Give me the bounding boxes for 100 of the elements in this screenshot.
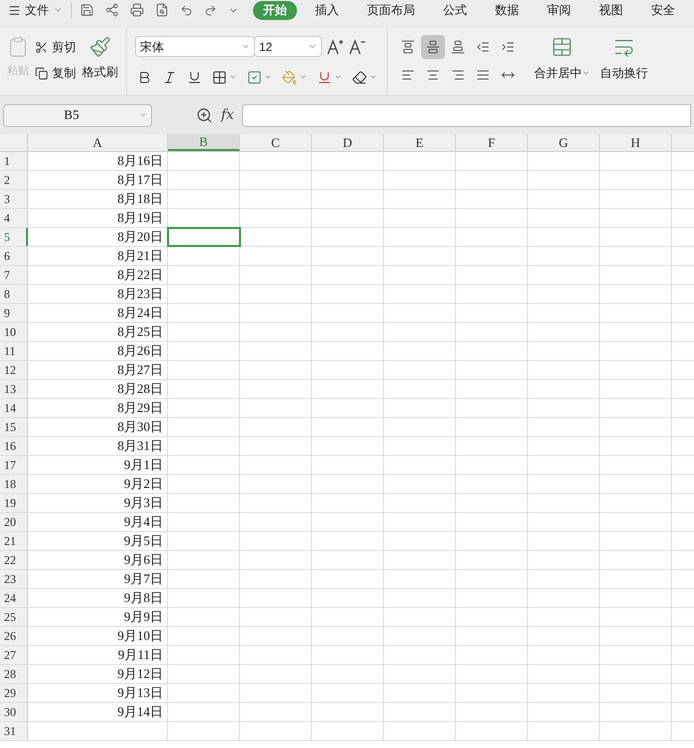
format-painter-button[interactable]: 格式刷 [82,36,118,81]
date-cell-text: 9月8日 [124,589,163,608]
align-button[interactable] [421,35,445,59]
save-icon[interactable] [80,3,94,17]
row-header[interactable]: 27 [0,646,28,664]
ribbon-tab[interactable]: 视图 [589,0,633,20]
date-cell-text: 9月7日 [124,570,163,588]
column-header[interactable]: C [240,134,312,151]
align-top-icon [401,40,415,54]
row-header[interactable]: 22 [0,551,28,569]
ribbon-tab[interactable]: 数据 [485,0,529,20]
font-size-select[interactable]: 12 [254,36,322,57]
undo-icon[interactable] [180,4,193,16]
date-cell-text: 8月21日 [118,247,163,266]
redo-icon[interactable] [204,4,217,16]
italic-icon [162,70,177,84]
date-cell-text: 8月20日 [118,228,163,246]
ribbon-tab[interactable]: 公式 [433,0,477,20]
row-header[interactable]: 1 [0,152,28,170]
underline-icon [317,70,332,84]
row-header[interactable]: 30 [0,703,28,721]
row-header[interactable]: 19 [0,494,28,512]
row-header[interactable]: 25 [0,608,28,626]
caret-icon [308,42,317,51]
row-header[interactable]: 13 [0,380,28,398]
row-header[interactable]: 20 [0,513,28,531]
fx-label[interactable]: fx [221,104,234,126]
ribbon-tab[interactable]: 审阅 [537,0,581,20]
date-cell-text: 8月27日 [118,361,163,380]
row-header[interactable]: 28 [0,665,28,683]
paintbrush-icon [89,36,111,58]
name-box[interactable]: B5 [3,104,152,126]
print-icon[interactable] [130,3,144,17]
row-header[interactable]: 21 [0,532,28,550]
row-header[interactable]: 18 [0,475,28,493]
date-cell-text: 9月3日 [124,494,163,512]
active-cell[interactable] [168,228,240,246]
row-header[interactable]: 31 [0,722,28,740]
share-icon[interactable] [105,3,119,17]
row-header[interactable]: 3 [0,190,28,208]
row-header[interactable]: 24 [0,589,28,607]
column-header[interactable]: E [384,134,456,151]
row-header[interactable]: 6 [0,247,28,265]
cut-button[interactable]: 剪切 [35,38,76,56]
merge-center-label: 合并居中 [534,64,590,82]
row-header[interactable]: 26 [0,627,28,645]
row-header[interactable]: 9 [0,304,28,322]
copy-icon [35,66,48,80]
copy-button[interactable]: 复制 [35,64,76,82]
ribbon-tab[interactable]: 页面布局 [357,0,425,20]
increase-font-icon[interactable] [326,38,344,56]
formula-field[interactable] [242,104,691,126]
ribbon-tab[interactable]: 插入 [305,0,349,20]
row-header[interactable]: 8 [0,285,28,303]
date-cell-text: 8月29日 [118,399,163,418]
align-left-icon [401,68,415,82]
merge-center-button[interactable]: 合并居中 [534,28,590,95]
font-family-select[interactable]: 宋体 [135,36,255,57]
wrap-text-button[interactable]: 自动换行 [600,28,648,95]
date-cell-text: 9月4日 [124,513,163,532]
indent-icon [501,40,515,54]
caret-icon [369,73,377,81]
date-cell-text: 8月24日 [118,304,163,322]
column-header[interactable]: F [456,134,528,151]
print-preview-icon[interactable] [155,3,169,17]
row-header[interactable]: 4 [0,209,28,227]
row-header[interactable]: 16 [0,437,28,455]
row-header[interactable]: 11 [0,342,28,360]
column-header[interactable]: B [168,134,240,151]
justify-icon [476,68,490,82]
row-header[interactable]: 10 [0,323,28,341]
ribbon-tab[interactable]: 开始 [253,0,297,20]
row-header[interactable]: 23 [0,570,28,588]
align-center-icon [426,68,440,82]
decrease-font-icon[interactable] [348,38,366,56]
caret-icon [229,73,237,81]
zoom-icon[interactable] [196,106,213,124]
paint-bucket-icon [282,70,297,84]
row-header[interactable]: 14 [0,399,28,417]
column-header[interactable]: H [600,134,672,151]
date-cell-text: 8月19日 [118,209,163,228]
row-header[interactable]: 15 [0,418,28,436]
date-cell-text: 8月25日 [118,323,163,342]
date-cell-text: 9月13日 [118,684,163,702]
row-header[interactable]: 2 [0,171,28,189]
column-header[interactable]: G [528,134,600,151]
date-cell-text: 8月17日 [118,171,163,190]
row-header[interactable]: 7 [0,266,28,284]
caret-icon [299,73,307,81]
file-menu[interactable]: 文件 [8,1,71,19]
row-header[interactable]: 5 [0,228,28,246]
row-header[interactable]: 29 [0,684,28,702]
date-cell-text: 9月9日 [124,608,163,626]
row-header[interactable]: 12 [0,361,28,379]
ribbon-tab[interactable]: 安全 [641,0,685,20]
row-header[interactable]: 17 [0,456,28,474]
date-cell-text: 8月16日 [118,152,163,170]
caret-icon [264,73,272,81]
date-cell-text: 8月28日 [118,380,163,398]
column-header[interactable]: D [312,134,384,151]
